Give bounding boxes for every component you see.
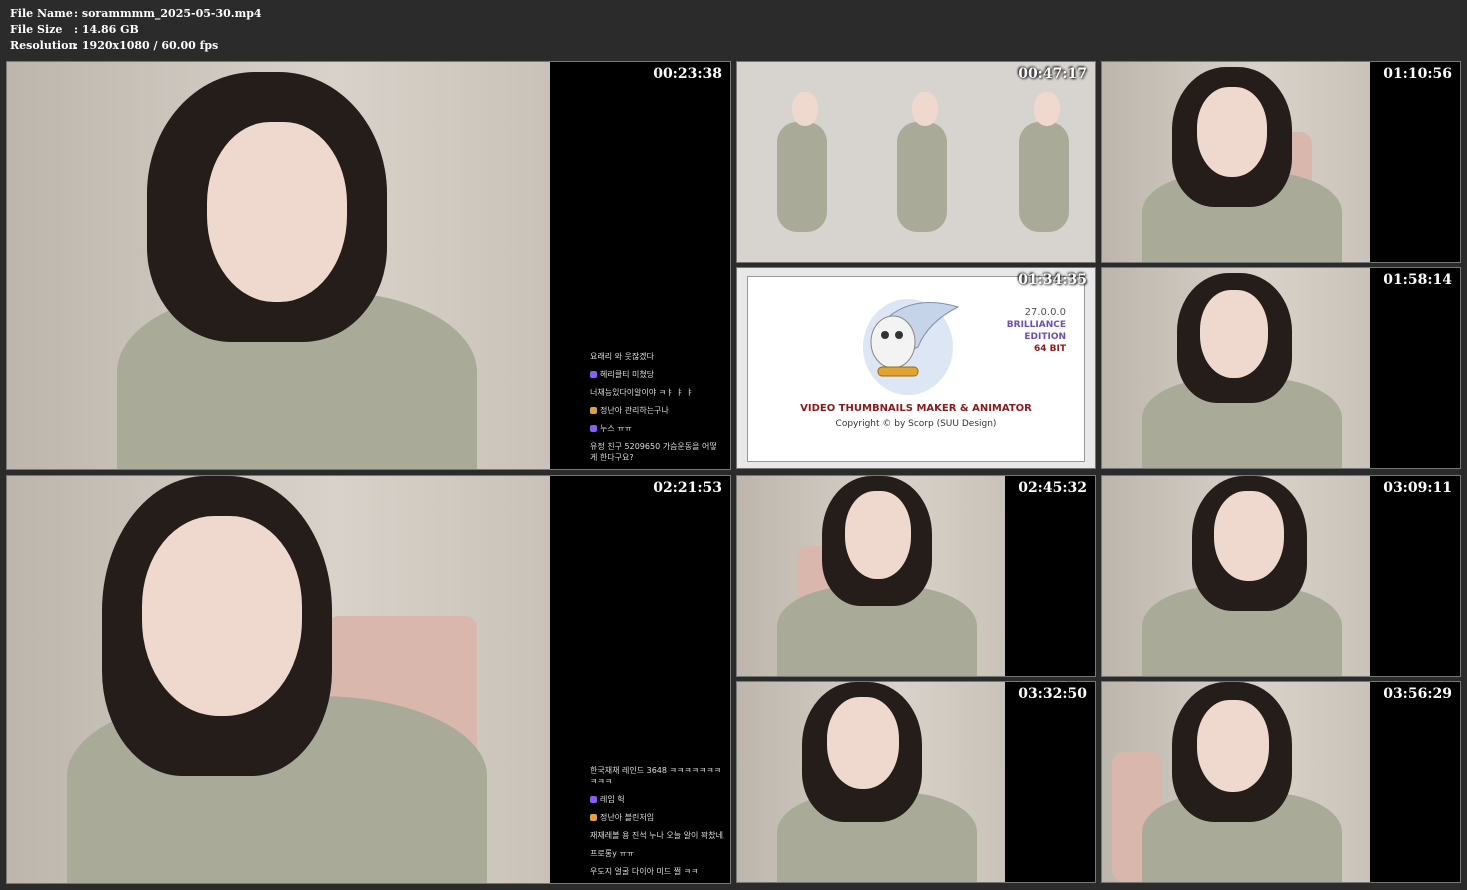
chat-line: 헤리클티 미쳤당 <box>590 369 724 380</box>
video-frame <box>7 476 552 883</box>
chat-panel <box>1370 682 1460 882</box>
file-info-header: File Name: sorammmm_2025-05-30.mp4 File … <box>10 6 262 54</box>
chat-panel <box>1370 268 1460 468</box>
file-name-value: : sorammmm_2025-05-30.mp4 <box>74 7 262 20</box>
chat-line: 재재레볼 용 진석 누나 오늘 알이 꽉찼네요 <box>590 831 724 840</box>
logo-bits: 64 BIT <box>1033 344 1066 354</box>
video-frame <box>7 62 552 469</box>
logo-copyright: Copyright © by Scorp (SUU Design) <box>835 419 997 429</box>
chat-line: 한국채채 레인드 3648 ㅋㅋㅋㅋㅋㅋㅋㅋㅋㅋ <box>590 766 722 786</box>
owl-logo-icon <box>863 299 960 395</box>
thumbnail-tile-10[interactable]: 03:56:29 <box>1101 681 1461 883</box>
badge-icon <box>590 371 597 378</box>
timestamp: 00:23:38 <box>653 66 722 82</box>
video-frame <box>1102 62 1372 262</box>
timestamp: 03:56:29 <box>1383 686 1452 702</box>
chat-line: 레임 헉 <box>590 794 724 805</box>
chat-line: 누스 ㅠㅠ <box>590 423 724 434</box>
chat-line: 우도지 얼굴 다이아 미드 쩔 ㅋㅋ <box>590 867 699 876</box>
chat-line: 유정 친구 5209650 가슴운동을 어떻게 한다구요? <box>590 442 717 462</box>
timestamp: 02:21:53 <box>653 480 722 496</box>
chat-panel: 요래리 와 웃잖겠다 헤리클티 미쳤당 너채능있다이알이야 ㅋㅑ ㅑ ㅑ 정난아… <box>550 62 730 469</box>
timestamp: 03:32:50 <box>1018 686 1087 702</box>
badge-icon <box>590 796 597 803</box>
chat-line: 너채능있다이알이야 ㅋㅑ ㅑ ㅑ <box>590 388 694 397</box>
video-frame <box>737 476 1007 676</box>
file-size-label: File Size <box>10 23 63 36</box>
badge-icon <box>590 425 597 432</box>
thumbnail-tile-4[interactable]: 27.0.0.0 BRILLIANCE EDITION 64 BIT VIDEO… <box>736 267 1096 469</box>
chat-panel <box>1005 682 1095 882</box>
logo-version: 27.0.0.0 <box>1024 307 1066 318</box>
chat-panel <box>1370 476 1460 676</box>
thumbnail-tile-6[interactable]: 한국채채 레인드 3648 ㅋㅋㅋㅋㅋㅋㅋㅋㅋㅋ 레임 헉 정난아 블린저임 재… <box>6 475 731 884</box>
badge-icon <box>590 814 597 821</box>
logo-title: VIDEO THUMBNAILS MAKER & ANIMATOR <box>800 403 1032 414</box>
thumbnail-tile-5[interactable]: 01:58:14 <box>1101 267 1461 469</box>
logo-edition-1: BRILLIANCE <box>1006 320 1066 330</box>
file-size-value: : 14.86 GB <box>74 23 139 36</box>
chat-panel <box>1370 62 1460 262</box>
chat-panel <box>1005 476 1095 676</box>
video-frame <box>1102 476 1372 676</box>
timestamp: 01:10:56 <box>1383 66 1452 82</box>
thumbnail-tile-2[interactable]: 00:47:17 <box>736 61 1096 263</box>
video-frame <box>737 682 1007 882</box>
chat-line: 정난아 블린저임 <box>590 812 724 823</box>
file-name-label: File Name <box>10 7 73 20</box>
video-frame <box>1102 268 1372 468</box>
thumbnail-tile-8[interactable]: 03:09:11 <box>1101 475 1461 677</box>
video-frame <box>1102 682 1372 882</box>
thumbnail-tile-1[interactable]: 요래리 와 웃잖겠다 헤리클티 미쳤당 너채능있다이알이야 ㅋㅑ ㅑ ㅑ 정난아… <box>6 61 731 470</box>
timestamp: 03:09:11 <box>1383 480 1452 496</box>
thumbnail-tile-9[interactable]: 03:32:50 <box>736 681 1096 883</box>
logo-card: 27.0.0.0 BRILLIANCE EDITION 64 BIT VIDEO… <box>747 276 1085 462</box>
resolution-label: Resolution <box>10 39 77 52</box>
thumbnail-tile-7[interactable]: 02:45:32 <box>736 475 1096 677</box>
timestamp: 02:45:32 <box>1018 480 1087 496</box>
logo-version-block: 27.0.0.0 BRILLIANCE EDITION 64 BIT <box>1007 307 1066 355</box>
chat-line: 프로롱y ㅠㅠ <box>590 849 635 858</box>
logo-edition-2: EDITION <box>1024 332 1066 342</box>
timestamp: 01:34:35 <box>1018 272 1087 288</box>
chat-line: 요래리 와 웃잖겠다 <box>590 352 654 361</box>
thumbnail-tile-3[interactable]: 01:10:56 <box>1101 61 1461 263</box>
timestamp: 00:47:17 <box>1018 66 1087 82</box>
badge-icon <box>590 407 597 414</box>
chat-line: 정난아 관리하는구나 <box>590 405 724 416</box>
resolution-value: : 1920x1080 / 60.00 fps <box>74 39 219 52</box>
timestamp: 01:58:14 <box>1383 272 1452 288</box>
video-frame <box>737 62 1095 262</box>
chat-panel: 한국채채 레인드 3648 ㅋㅋㅋㅋㅋㅋㅋㅋㅋㅋ 레임 헉 정난아 블린저임 재… <box>550 476 730 883</box>
